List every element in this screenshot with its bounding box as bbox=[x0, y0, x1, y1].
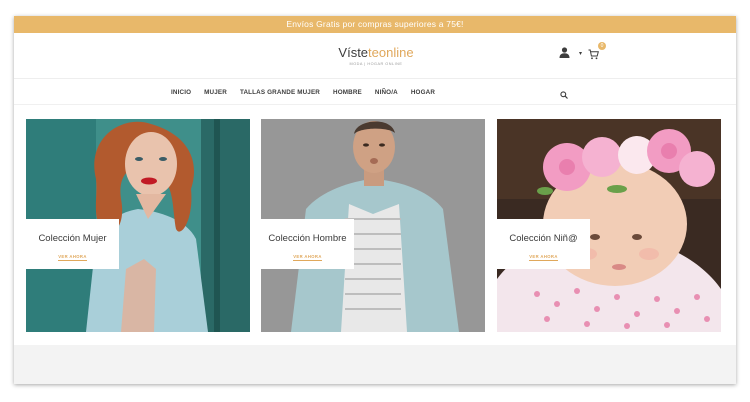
collection-title: Colección Niñ@ bbox=[509, 233, 578, 244]
search-icon[interactable] bbox=[560, 86, 569, 99]
collection-label-nino: Colección Niñ@ VER AHORA bbox=[497, 219, 590, 269]
user-icon[interactable] bbox=[559, 47, 573, 59]
view-now-link[interactable]: VER AHORA bbox=[529, 254, 558, 261]
collections-grid: Colección Mujer VER AHORA Colección Homb… bbox=[26, 119, 722, 332]
logo-text-part1: Víste bbox=[338, 45, 369, 60]
site-logo[interactable]: Vísteteonline MODA | HOGAR ONLINE bbox=[336, 45, 416, 67]
collection-card-nino[interactable]: Colección Niñ@ VER AHORA bbox=[497, 119, 721, 332]
nav-item-inicio[interactable]: INICIO bbox=[171, 89, 191, 96]
site-header: Vísteteonline MODA | HOGAR ONLINE ▾ 0 bbox=[14, 33, 736, 79]
browser-frame: Envíos Gratis por compras superiores a 7… bbox=[14, 16, 736, 384]
logo-tagline: MODA | HOGAR ONLINE bbox=[349, 62, 403, 66]
nav-item-nino[interactable]: NIÑO/A bbox=[375, 89, 398, 96]
collection-card-hombre[interactable]: Colección Hombre VER AHORA bbox=[261, 119, 485, 332]
logo-text-part2: teonline bbox=[368, 45, 414, 60]
collection-card-mujer[interactable]: Colección Mujer VER AHORA bbox=[26, 119, 250, 332]
nav-item-hogar[interactable]: HOGAR bbox=[411, 89, 435, 96]
cart-count-badge: 0 bbox=[598, 42, 606, 50]
footer-strip bbox=[14, 345, 736, 384]
cart-icon[interactable]: 0 bbox=[588, 42, 606, 60]
promo-bar: Envíos Gratis por compras superiores a 7… bbox=[14, 16, 736, 33]
collection-title: Colección Mujer bbox=[38, 233, 107, 244]
view-now-link[interactable]: VER AHORA bbox=[293, 254, 322, 261]
collection-title: Colección Hombre bbox=[268, 233, 347, 244]
collection-label-hombre: Colección Hombre VER AHORA bbox=[261, 219, 354, 269]
nav-item-tallas-grande-mujer[interactable]: TALLAS GRANDE MUJER bbox=[240, 89, 320, 96]
main-nav: INICIO MUJER TALLAS GRANDE MUJER HOMBRE … bbox=[14, 79, 736, 105]
nav-item-hombre[interactable]: HOMBRE bbox=[333, 89, 362, 96]
header-actions: ▾ 0 bbox=[559, 42, 606, 60]
collection-label-mujer: Colección Mujer VER AHORA bbox=[26, 219, 119, 269]
nav-item-mujer[interactable]: MUJER bbox=[204, 89, 227, 96]
user-menu-chevron-icon[interactable]: ▾ bbox=[579, 50, 582, 57]
view-now-link[interactable]: VER AHORA bbox=[58, 254, 87, 261]
